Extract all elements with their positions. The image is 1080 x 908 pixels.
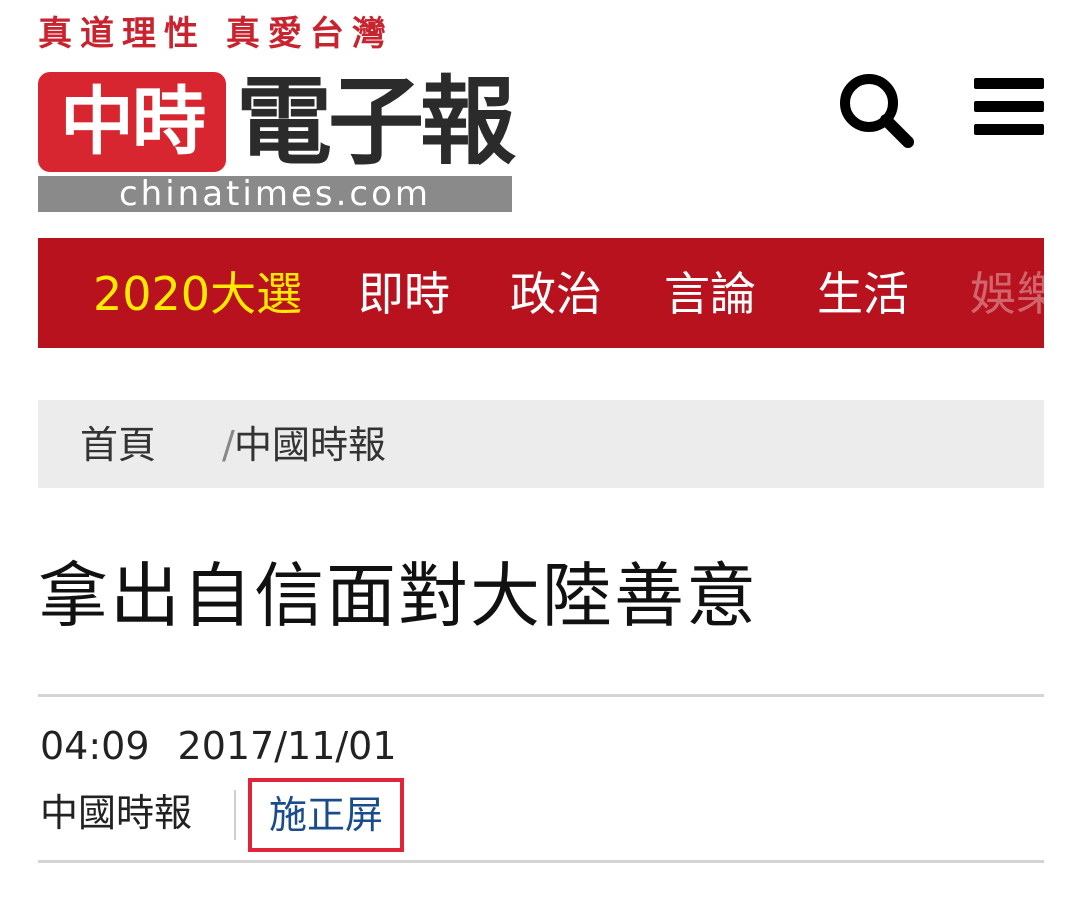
meta-divider (234, 790, 236, 840)
search-icon (840, 74, 914, 148)
site-logo[interactable]: 真道理性 真愛台灣 中時 電子報 chinatimes.com (38, 12, 516, 212)
breadcrumb: 首頁 / 中國時報 (38, 400, 1044, 488)
logo-slogan: 真道理性 真愛台灣 (38, 14, 394, 54)
article-time: 04:09 (40, 724, 150, 768)
breadcrumb-home[interactable]: 首頁 (80, 400, 156, 490)
article-title: 拿出自信面對大陸善意 (38, 555, 758, 637)
nav-item-realtime[interactable]: 即時 (358, 238, 450, 348)
category-nav: 2020大選 即時 政治 言論 生活 娛樂 (38, 238, 1044, 348)
author-link[interactable]: 施正屏 (248, 778, 404, 852)
logo-wordmark: 電子報 (236, 66, 516, 178)
nav-item-election-2020[interactable]: 2020大選 (93, 238, 302, 348)
article-date: 2017/11/01 (177, 724, 397, 768)
search-button[interactable] (836, 70, 916, 150)
nav-item-politics[interactable]: 政治 (510, 238, 602, 348)
divider-top (38, 694, 1044, 697)
page: 真道理性 真愛台灣 中時 電子報 chinatimes.com 2020大選 即… (0, 0, 1080, 908)
divider-bottom (38, 860, 1044, 863)
menu-button[interactable] (974, 74, 1044, 138)
nav-item-life[interactable]: 生活 (817, 238, 909, 348)
breadcrumb-section[interactable]: 中國時報 (234, 400, 386, 490)
nav-item-opinion[interactable]: 言論 (664, 238, 756, 348)
breadcrumb-separator: / (222, 423, 235, 467)
logo-domain: chinatimes.com (38, 176, 512, 212)
article-datetime: 04:09 2017/11/01 (40, 720, 397, 772)
article-source: 中國時報 (40, 791, 193, 835)
logo-badge: 中時 (38, 72, 226, 172)
nav-item-entertainment[interactable]: 娛樂 (970, 238, 1044, 348)
